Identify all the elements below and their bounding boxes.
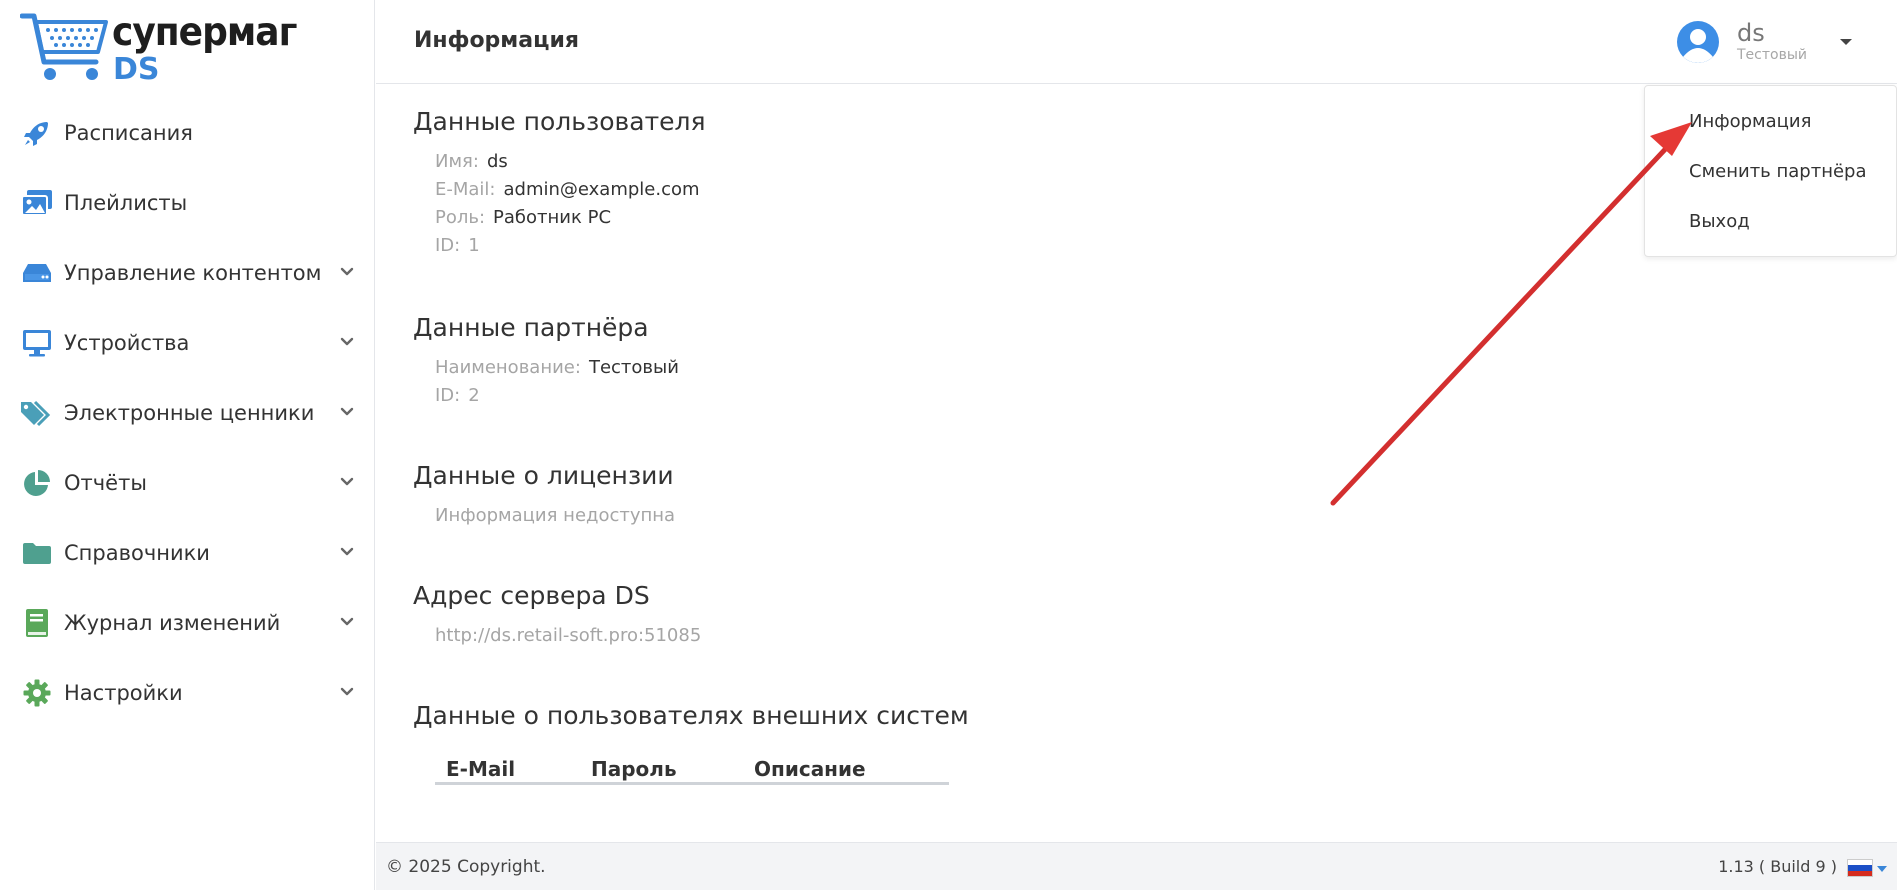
field-value: Тестовый xyxy=(588,357,679,378)
column-header-description[interactable]: Описание xyxy=(754,757,866,781)
field-value: ds xyxy=(486,151,508,172)
hdd-icon xyxy=(20,256,54,290)
external-users-table-header: E-Mail Пароль Описание xyxy=(435,751,949,785)
cart-logo-icon xyxy=(20,13,108,80)
sidebar-item-label: Управление контентом xyxy=(64,261,322,285)
server-title: Адрес сервера DS xyxy=(413,581,650,610)
field-label: Наименование: xyxy=(435,357,581,378)
column-header-email[interactable]: E-Mail xyxy=(446,757,515,781)
sidebar: супермаг DS Расписания Плейлисты Управле… xyxy=(0,0,375,890)
monitor-icon xyxy=(20,326,54,360)
top-header: Информация ds Тестовый xyxy=(376,0,1897,84)
server-url: http://ds.retail-soft.pro:51085 xyxy=(435,625,702,646)
sidebar-item-schedules[interactable]: Расписания xyxy=(0,98,375,168)
user-name-row: Имя: ds xyxy=(435,151,508,172)
field-label: ID: xyxy=(435,385,461,406)
user-partner: Тестовый xyxy=(1737,47,1807,63)
pie-chart-icon xyxy=(20,466,54,500)
user-menu-toggle[interactable]: ds Тестовый xyxy=(1677,16,1853,68)
logo-ds-text: DS xyxy=(113,52,160,87)
tags-icon xyxy=(20,396,54,430)
sidebar-nav: Расписания Плейлисты Управление контенто… xyxy=(0,98,375,728)
rocket-icon xyxy=(20,116,54,150)
sidebar-item-label: Отчёты xyxy=(64,471,147,495)
field-value: 1 xyxy=(468,235,480,256)
sidebar-item-devices[interactable]: Устройства xyxy=(0,308,375,378)
field-label: E-Mail: xyxy=(435,179,496,200)
field-value: 2 xyxy=(468,385,480,406)
partner-id-row: ID: 2 xyxy=(435,385,480,406)
caret-down-icon[interactable] xyxy=(1877,865,1887,873)
sidebar-item-label: Настройки xyxy=(64,681,183,705)
column-header-password[interactable]: Пароль xyxy=(591,757,677,781)
page-title: Информация xyxy=(414,28,579,53)
chevron-down-icon xyxy=(340,617,354,626)
license-text: Информация недоступна xyxy=(435,505,676,526)
chevron-down-icon xyxy=(340,407,354,416)
copyright-text: © 2025 Copyright. xyxy=(386,857,546,877)
gear-icon xyxy=(20,676,54,710)
user-email-row: E-Mail: admin@example.com xyxy=(435,179,700,200)
book-icon xyxy=(20,606,54,640)
user-icon xyxy=(1683,29,1713,63)
chevron-down-icon xyxy=(340,337,354,346)
sidebar-item-change-log[interactable]: Журнал изменений xyxy=(0,588,375,658)
sidebar-item-label: Электронные ценники xyxy=(64,401,315,425)
avatar xyxy=(1677,21,1719,63)
partner-name-row: Наименование: Тестовый xyxy=(435,357,679,378)
logo[interactable]: супермаг DS xyxy=(20,10,297,87)
chevron-down-icon xyxy=(340,547,354,556)
caret-down-icon xyxy=(1840,39,1852,45)
main-content: Данные пользователя Имя: ds E-Mail: admin@… xyxy=(376,85,1897,842)
sidebar-item-settings[interactable]: Настройки xyxy=(0,658,375,728)
images-icon xyxy=(20,186,54,220)
app-root: супермаг DS Расписания Плейлисты Управле… xyxy=(0,0,1897,890)
chevron-down-icon xyxy=(340,267,354,276)
sidebar-item-label: Журнал изменений xyxy=(64,611,281,635)
user-name: ds xyxy=(1737,19,1765,47)
sidebar-item-reports[interactable]: Отчёты xyxy=(0,448,375,518)
field-value: Работник РС xyxy=(493,207,612,228)
sidebar-item-e-labels[interactable]: Электронные ценники xyxy=(0,378,375,448)
language-flag-icon[interactable] xyxy=(1847,859,1873,877)
sidebar-item-playlists[interactable]: Плейлисты xyxy=(0,168,375,238)
field-label: Роль: xyxy=(435,207,486,228)
license-title: Данные о лицензии xyxy=(413,461,674,490)
version-text: 1.13 ( Build 9 ) xyxy=(1718,857,1837,876)
user-id-row: ID: 1 xyxy=(435,235,480,256)
sidebar-item-label: Устройства xyxy=(64,331,190,355)
sidebar-item-label: Плейлисты xyxy=(64,191,188,215)
field-value: admin@example.com xyxy=(503,179,700,200)
footer: © 2025 Copyright. 1.13 ( Build 9 ) xyxy=(376,842,1897,890)
logo-text: супермаг xyxy=(112,9,297,56)
external-users-title: Данные о пользователях внешних систем xyxy=(413,701,969,730)
user-role-row: Роль: Работник РС xyxy=(435,207,611,228)
chevron-down-icon xyxy=(340,687,354,696)
field-label: ID: xyxy=(435,235,461,256)
user-data-title: Данные пользователя xyxy=(413,107,706,136)
user-info: ds Тестовый xyxy=(1737,20,1821,64)
chevron-down-icon xyxy=(340,477,354,486)
partner-data-title: Данные партнёра xyxy=(413,313,649,342)
sidebar-item-label: Расписания xyxy=(64,121,193,145)
sidebar-item-label: Справочники xyxy=(64,541,210,565)
sidebar-item-content-management[interactable]: Управление контентом xyxy=(0,238,375,308)
folder-icon xyxy=(20,536,54,570)
sidebar-item-references[interactable]: Справочники xyxy=(0,518,375,588)
field-label: Имя: xyxy=(435,151,479,172)
